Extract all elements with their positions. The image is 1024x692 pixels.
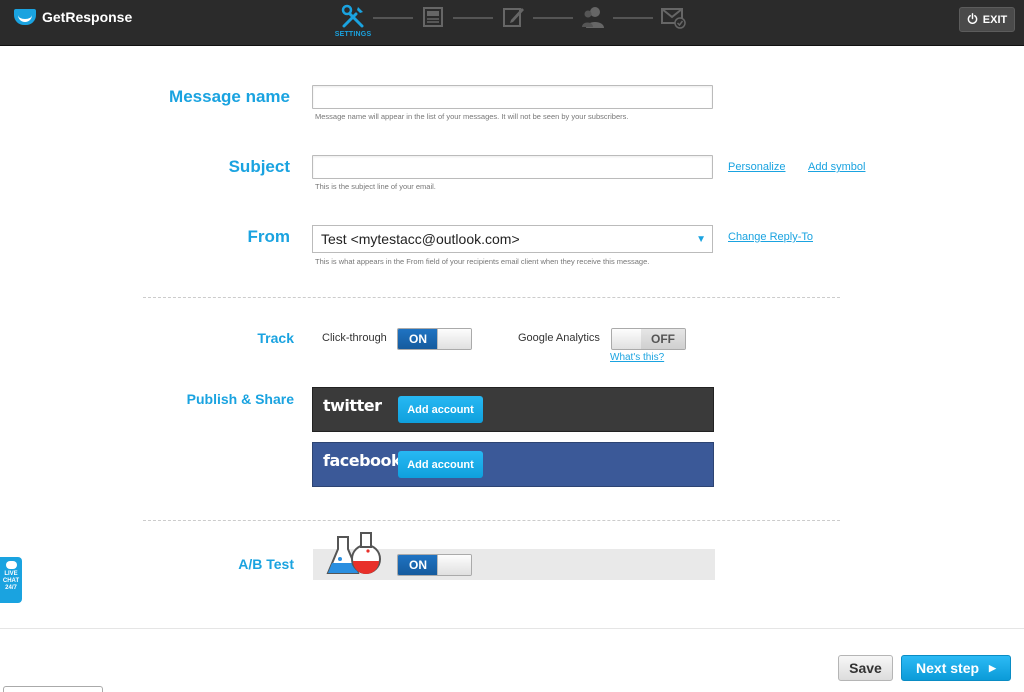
facebook-logo: facebook	[323, 451, 402, 470]
twitter-add-account-button[interactable]: Add account	[398, 396, 483, 423]
step-recipients[interactable]	[575, 4, 611, 40]
ab-test-label: A/B Test	[238, 556, 294, 572]
footer-divider	[0, 628, 1024, 629]
step-connector	[373, 17, 413, 19]
top-bar: GetResponse SETTINGS EXIT	[0, 0, 1024, 46]
subject-input[interactable]	[312, 155, 713, 179]
message-name-label: Message name	[169, 87, 290, 106]
step-template[interactable]	[415, 4, 451, 40]
wizard-steps: SETTINGS	[335, 0, 695, 46]
toggle-state-off: OFF	[641, 329, 685, 349]
power-icon	[967, 12, 978, 27]
facebook-add-account-button[interactable]: Add account	[398, 451, 483, 478]
step-connector	[613, 17, 653, 19]
chevron-right-icon: ▶	[989, 662, 996, 673]
add-symbol-link[interactable]: Add symbol	[808, 161, 865, 173]
live-chat-line2: CHAT	[2, 578, 20, 584]
facebook-panel: facebook Add account	[312, 442, 714, 487]
brand-name: GetResponse	[42, 9, 133, 25]
live-chat-line1: LIVE	[4, 571, 18, 577]
bottom-tab-stub[interactable]	[3, 686, 103, 692]
from-hint: This is what appears in the From field o…	[315, 257, 650, 266]
step-send[interactable]	[655, 4, 691, 40]
step-label-settings: SETTINGS	[334, 31, 372, 38]
save-button[interactable]: Save	[838, 655, 893, 681]
from-label: From	[247, 227, 291, 246]
chevron-down-icon: ▼	[696, 234, 706, 245]
live-chat-tab[interactable]: LIVE CHAT 24/7	[0, 557, 22, 603]
recipients-icon	[582, 7, 604, 28]
ab-test-toggle[interactable]: ON	[397, 554, 472, 576]
chat-bubble-icon	[5, 561, 17, 569]
toggle-knob	[437, 329, 471, 349]
brand-logo[interactable]: GetResponse	[14, 9, 132, 25]
send-check-icon	[661, 8, 686, 29]
toggle-state-on: ON	[398, 555, 438, 575]
toggle-state-on: ON	[398, 329, 438, 349]
exit-label: EXIT	[982, 13, 1008, 26]
click-through-label: Click-through	[322, 332, 387, 344]
click-through-toggle[interactable]: ON	[397, 328, 472, 350]
tools-icon	[341, 4, 364, 28]
section-divider	[143, 297, 840, 298]
step-settings[interactable]: SETTINGS	[335, 4, 371, 40]
toggle-knob	[437, 555, 471, 575]
subject-hint: This is the subject line of your email.	[315, 182, 436, 191]
next-step-button[interactable]: Next step ▶	[901, 655, 1011, 681]
getresponse-logo-icon	[14, 9, 36, 25]
next-step-label: Next step	[916, 660, 980, 676]
live-chat-line3: 24/7	[5, 585, 17, 591]
message-name-hint: Message name will appear in the list of …	[315, 112, 629, 121]
step-connector	[453, 17, 493, 19]
google-analytics-label: Google Analytics	[518, 332, 600, 344]
track-label: Track	[257, 330, 294, 346]
google-analytics-toggle[interactable]: OFF	[611, 328, 686, 350]
from-select[interactable]: Test <mytestacc@outlook.com> ▼	[312, 225, 713, 253]
whats-this-link[interactable]: What's this?	[610, 352, 664, 363]
from-value: Test <mytestacc@outlook.com>	[321, 231, 520, 247]
publish-share-label: Publish & Share	[186, 391, 294, 407]
edit-icon	[503, 8, 524, 27]
exit-button[interactable]: EXIT	[959, 7, 1015, 32]
personalize-link[interactable]: Personalize	[728, 161, 785, 173]
message-name-input[interactable]	[312, 85, 713, 109]
lab-flasks-icon	[326, 532, 381, 574]
template-icon	[423, 7, 443, 27]
section-divider	[143, 520, 840, 521]
step-edit[interactable]	[495, 4, 531, 40]
twitter-panel: twitter Add account	[312, 387, 714, 432]
change-reply-to-link[interactable]: Change Reply-To	[728, 231, 813, 243]
toggle-knob	[612, 329, 642, 349]
step-connector	[533, 17, 573, 19]
twitter-logo: twitter	[323, 396, 382, 415]
subject-label: Subject	[228, 157, 290, 176]
